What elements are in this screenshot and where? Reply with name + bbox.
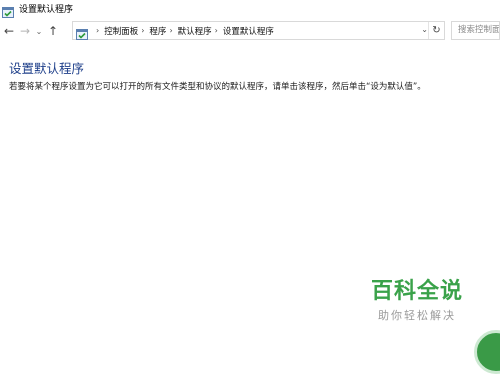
recent-locations-chevron-icon[interactable]: ⌄ xyxy=(34,22,44,40)
breadcrumb-separator[interactable]: › xyxy=(96,26,99,35)
refresh-icon[interactable]: ↻ xyxy=(428,22,444,39)
address-bar[interactable]: › 控制面板 › 程序 › 默认程序 › 设置默认程序 ⌄ ↻ xyxy=(72,21,445,40)
breadcrumb-programs[interactable]: 程序 xyxy=(149,25,166,37)
watermark-slogan: 助你轻松解决 xyxy=(378,309,456,322)
watermark: 百科全说 助你轻松解决 xyxy=(367,279,467,323)
breadcrumb-separator[interactable]: › xyxy=(141,26,144,35)
navigation-bar: ← → ⌄ ↑ › 控制面板 › 程序 › 默认程序 › 设置默认程序 ⌄ ↻ … xyxy=(0,20,500,42)
corner-badge-icon xyxy=(474,330,500,374)
control-panel-icon xyxy=(76,25,88,40)
breadcrumb-set-default-programs[interactable]: 设置默认程序 xyxy=(223,25,274,37)
back-arrow-icon[interactable]: ← xyxy=(2,22,16,40)
up-arrow-icon[interactable]: ↑ xyxy=(46,22,60,40)
breadcrumb-control-panel[interactable]: 控制面板 xyxy=(104,25,138,37)
title-bar: 设置默认程序 xyxy=(0,0,500,18)
instruction-text: 若要将某个程序设置为它可以打开的所有文件类型和协议的默认程序，请单击该程序，然后… xyxy=(9,82,426,92)
page-title: 设置默认程序 xyxy=(9,61,85,76)
watermark-logo-text: 百科全说 xyxy=(370,279,463,304)
address-dropdown-icon[interactable]: ⌄ xyxy=(421,25,428,34)
forward-arrow-icon[interactable]: → xyxy=(18,22,32,40)
window-title: 设置默认程序 xyxy=(19,5,74,15)
breadcrumb-separator[interactable]: › xyxy=(169,26,172,35)
breadcrumb-separator[interactable]: › xyxy=(215,26,218,35)
search-input[interactable]: 搜索控制面 xyxy=(451,21,500,40)
default-programs-icon xyxy=(2,3,14,18)
breadcrumb-default-programs[interactable]: 默认程序 xyxy=(178,25,212,37)
